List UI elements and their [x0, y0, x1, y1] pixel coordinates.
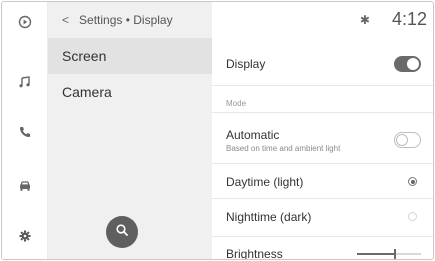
gear-icon	[18, 229, 32, 243]
brightness-label: Brightness	[226, 247, 283, 260]
daytime-radio[interactable]	[408, 177, 417, 186]
display-toggle[interactable]	[394, 56, 421, 72]
side-rail	[2, 2, 48, 259]
daytime-label: Daytime (light)	[226, 175, 304, 189]
nighttime-label: Nighttime (dark)	[226, 210, 312, 224]
mode-section: Mode	[212, 86, 433, 113]
display-row[interactable]: Display	[212, 42, 433, 86]
bluetooth-icon: ✱	[359, 12, 370, 27]
music-rail-button[interactable]	[2, 62, 48, 102]
back-icon[interactable]: <	[62, 13, 69, 27]
automatic-label: Automatic	[226, 128, 280, 142]
search-button[interactable]	[106, 216, 138, 248]
breadcrumb-label: Settings • Display	[79, 13, 173, 27]
play-circle-icon	[18, 15, 32, 29]
brightness-fill	[357, 253, 396, 255]
display-settings-screen: < Settings • Display Screen Camera ✱ 4:1…	[1, 1, 434, 260]
display-label: Display	[226, 57, 266, 71]
automatic-row[interactable]: Automatic Based on time and ambient ligh…	[212, 113, 433, 164]
automatic-toggle[interactable]	[394, 132, 421, 148]
vehicle-rail-button[interactable]	[2, 166, 48, 206]
menu-item-camera[interactable]: Camera	[48, 74, 212, 110]
brightness-thumb[interactable]	[394, 249, 397, 259]
brightness-slider[interactable]	[357, 249, 421, 259]
phone-rail-button[interactable]	[2, 112, 48, 152]
clock: 4:12	[391, 9, 427, 29]
menu-item-label: Camera	[62, 84, 112, 100]
automatic-sublabel: Based on time and ambient light	[226, 144, 341, 153]
search-icon	[115, 223, 129, 242]
menu-item-screen[interactable]: Screen	[48, 38, 212, 74]
settings-panel: ✱ 4:12 Display Mode Automatic Based on t…	[212, 2, 433, 260]
settings-menu: < Settings • Display Screen Camera	[48, 2, 212, 259]
menu-item-label: Screen	[62, 48, 107, 64]
music-note-icon	[18, 75, 32, 89]
mode-section-label: Mode	[226, 99, 247, 108]
settings-rail-button[interactable]	[2, 216, 48, 256]
nighttime-row[interactable]: Nighttime (dark)	[212, 199, 433, 237]
car-icon	[18, 179, 32, 193]
nighttime-radio[interactable]	[408, 212, 417, 221]
phone-icon	[18, 125, 32, 139]
breadcrumb: < Settings • Display	[48, 2, 212, 38]
daytime-row[interactable]: Daytime (light)	[212, 164, 433, 199]
media-rail-button[interactable]	[2, 2, 48, 42]
status-bar: ✱ 4:12	[360, 9, 427, 30]
